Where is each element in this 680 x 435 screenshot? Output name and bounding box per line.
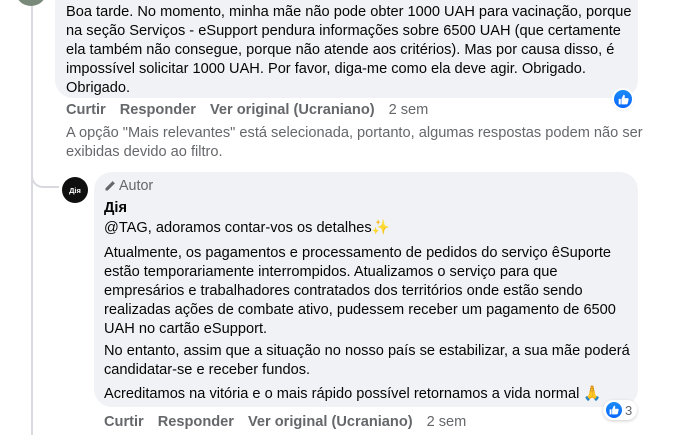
author-badge-label: Autor (119, 178, 154, 194)
reply-greeting: @TAG, adoramos contar-vos os detalhes✨ (104, 218, 634, 238)
reply-button[interactable]: Responder (158, 414, 234, 430)
greeting-text: @TAG, adoramos contar-vos os detalhes (104, 220, 372, 236)
thumbs-up-icon (618, 94, 629, 104)
reply-paragraph-1: Atualmente, os pagamentos e processament… (104, 245, 616, 337)
see-original-button[interactable]: Ver original (Ucraniano) (248, 414, 413, 430)
see-original-button[interactable]: Ver original (Ucraniano) (210, 102, 375, 118)
avatar-label: Дія (69, 185, 81, 195)
reply-timestamp[interactable]: 2 sem (427, 414, 467, 430)
reply-button[interactable]: Responder (120, 102, 196, 118)
reply-author-name[interactable]: Дія (104, 200, 127, 216)
like-button[interactable]: Curtir (66, 102, 106, 118)
comment-timestamp[interactable]: 2 sem (389, 102, 429, 118)
filter-notice: A opção "Mais relevantes" está seleciona… (66, 125, 643, 160)
pray-icon: 🙏 (583, 385, 602, 402)
author-badge: Autor (104, 178, 153, 194)
reaction-count: 3 (625, 402, 633, 418)
reply-paragraph-3: Acreditamos na vitória e o mais rápido p… (104, 384, 634, 404)
thumbs-up-icon (609, 405, 619, 415)
thread-line (31, 0, 33, 435)
paragraph-3-text: Acreditamos na vitória e o mais rápido p… (104, 386, 580, 402)
like-button[interactable]: Curtir (104, 414, 144, 430)
like-reaction-icon[interactable] (614, 90, 632, 108)
reply-connector (31, 170, 59, 188)
comment-text: Boa tarde. No momento, minha mãe não pod… (66, 4, 632, 96)
comment-actions: Curtir Responder Ver original (Ucraniano… (66, 102, 442, 118)
pencil-icon (105, 181, 115, 191)
reply-actions: Curtir Responder Ver original (Ucraniano… (104, 414, 480, 430)
page-avatar[interactable]: Дія (62, 177, 88, 203)
like-reaction-icon (606, 402, 622, 418)
reaction-count-pill[interactable]: 3 (603, 400, 638, 420)
reply-paragraph-2: No entanto, assim que a situação no noss… (104, 343, 630, 378)
commenter-avatar[interactable] (15, 0, 47, 6)
sparkles-icon: ✨ (371, 219, 390, 236)
